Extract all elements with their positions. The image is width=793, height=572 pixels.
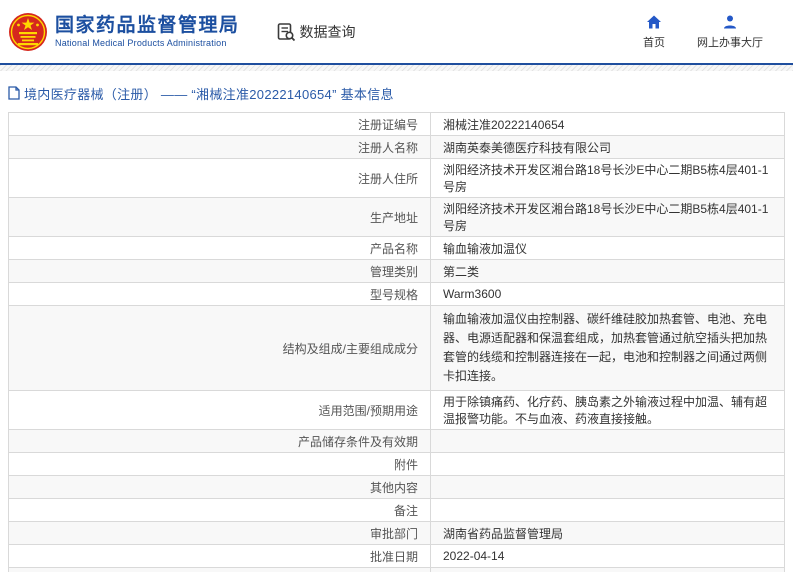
table-row: 产品名称 输血输液加温仪 bbox=[8, 236, 785, 260]
table-row: 其他内容 bbox=[8, 475, 785, 499]
row-value bbox=[430, 498, 785, 522]
row-value bbox=[430, 452, 785, 476]
row-value bbox=[430, 475, 785, 499]
row-label: 结构及组成/主要组成成分 bbox=[8, 305, 431, 391]
table-row: 生效日期 bbox=[8, 567, 785, 572]
row-value: Warm3600 bbox=[430, 282, 785, 306]
row-value: 湖南英泰美德医疗科技有限公司 bbox=[430, 135, 785, 159]
row-label: 注册人名称 bbox=[8, 135, 431, 159]
row-label: 审批部门 bbox=[8, 521, 431, 545]
row-label: 生效日期 bbox=[8, 567, 431, 572]
nmpa-logo[interactable]: 国家药品监督管理局 National Medical Products Admi… bbox=[8, 12, 240, 52]
table-row: 产品储存条件及有效期 bbox=[8, 429, 785, 453]
row-label: 注册人住所 bbox=[8, 158, 431, 198]
org-name-cn: 国家药品监督管理局 bbox=[55, 15, 240, 36]
table-row: 结构及组成/主要组成成分 输血输液加温仪由控制器、碳纤维硅胶加热套管、电池、充电… bbox=[8, 305, 785, 391]
table-row: 注册证编号 湘械注准20222140654 bbox=[8, 112, 785, 136]
table-row: 适用范围/预期用途 用于除镇痛药、化疗药、胰岛素之外输液过程中加温、辅有超温报警… bbox=[8, 390, 785, 430]
table-row: 审批部门 湖南省药品监督管理局 bbox=[8, 521, 785, 545]
data-query-label: 数据查询 bbox=[299, 23, 356, 40]
row-value bbox=[430, 567, 785, 572]
nav-home-label: 首页 bbox=[643, 36, 665, 49]
row-label: 批准日期 bbox=[8, 544, 431, 568]
row-label: 生产地址 bbox=[8, 197, 431, 237]
row-label: 产品名称 bbox=[8, 236, 431, 260]
table-row: 生产地址 浏阳经济技术开发区湘台路18号长沙E中心二期B5栋4层401-1号房 bbox=[8, 197, 785, 237]
table-row: 型号规格 Warm3600 bbox=[8, 282, 785, 306]
table-row: 附件 bbox=[8, 452, 785, 476]
row-value bbox=[430, 429, 785, 453]
document-search-icon bbox=[277, 22, 295, 41]
row-label: 附件 bbox=[8, 452, 431, 476]
row-label: 管理类别 bbox=[8, 259, 431, 283]
row-label: 注册证编号 bbox=[8, 112, 431, 136]
row-value: 用于除镇痛药、化疗药、胰岛素之外输液过程中加温、辅有超温报警功能。不与血液、药液… bbox=[430, 390, 785, 430]
table-row: 注册人住所 浏阳经济技术开发区湘台路18号长沙E中心二期B5栋4层401-1号房 bbox=[8, 158, 785, 198]
row-value: 输血输液加温仪 bbox=[430, 236, 785, 260]
info-table: 注册证编号 湘械注准20222140654 注册人名称 湖南英泰美德医疗科技有限… bbox=[8, 112, 785, 572]
row-value: 输血输液加温仪由控制器、碳纤维硅胶加热套管、电池、充电器、电源适配器和保温套组成… bbox=[430, 305, 785, 391]
org-name-en: National Medical Products Administration bbox=[55, 38, 227, 48]
table-row: 批准日期 2022-04-14 bbox=[8, 544, 785, 568]
top-nav: 首页 网上办事大厅 bbox=[643, 14, 763, 50]
row-value: 2022-04-14 bbox=[430, 544, 785, 568]
table-row: 备注 bbox=[8, 498, 785, 522]
row-label: 其他内容 bbox=[8, 475, 431, 499]
row-value: 湘械注准20222140654 bbox=[430, 112, 785, 136]
row-value: 第二类 bbox=[430, 259, 785, 283]
table-row: 注册人名称 湖南英泰美德医疗科技有限公司 bbox=[8, 135, 785, 159]
breadcrumb-text: 境内医疗器械（注册） —— “湘械注准20222140654” 基本信息 bbox=[24, 86, 394, 102]
table-row: 管理类别 第二类 bbox=[8, 259, 785, 283]
home-icon bbox=[647, 15, 661, 28]
row-label: 备注 bbox=[8, 498, 431, 522]
row-value: 浏阳经济技术开发区湘台路18号长沙E中心二期B5栋4层401-1号房 bbox=[430, 158, 785, 198]
breadcrumb: 境内医疗器械（注册） —— “湘械注准20222140654” 基本信息 bbox=[8, 84, 793, 102]
nav-data-query[interactable]: 数据查询 bbox=[276, 22, 356, 42]
row-value: 湖南省药品监督管理局 bbox=[430, 521, 785, 545]
site-header: 国家药品监督管理局 National Medical Products Admi… bbox=[0, 0, 793, 63]
row-label: 适用范围/预期用途 bbox=[8, 390, 431, 430]
nav-service-hall-label: 网上办事大厅 bbox=[697, 36, 763, 49]
row-value: 浏阳经济技术开发区湘台路18号长沙E中心二期B5栋4层401-1号房 bbox=[430, 197, 785, 237]
document-icon bbox=[8, 86, 20, 100]
row-label: 产品储存条件及有效期 bbox=[8, 429, 431, 453]
nav-service-hall[interactable]: 网上办事大厅 bbox=[697, 14, 763, 50]
nav-home[interactable]: 首页 bbox=[643, 14, 665, 50]
person-icon bbox=[724, 15, 736, 28]
national-emblem-icon bbox=[9, 12, 47, 51]
hatch-texture bbox=[0, 65, 793, 71]
row-label: 型号规格 bbox=[8, 282, 431, 306]
org-names: 国家药品监督管理局 National Medical Products Admi… bbox=[55, 15, 240, 48]
